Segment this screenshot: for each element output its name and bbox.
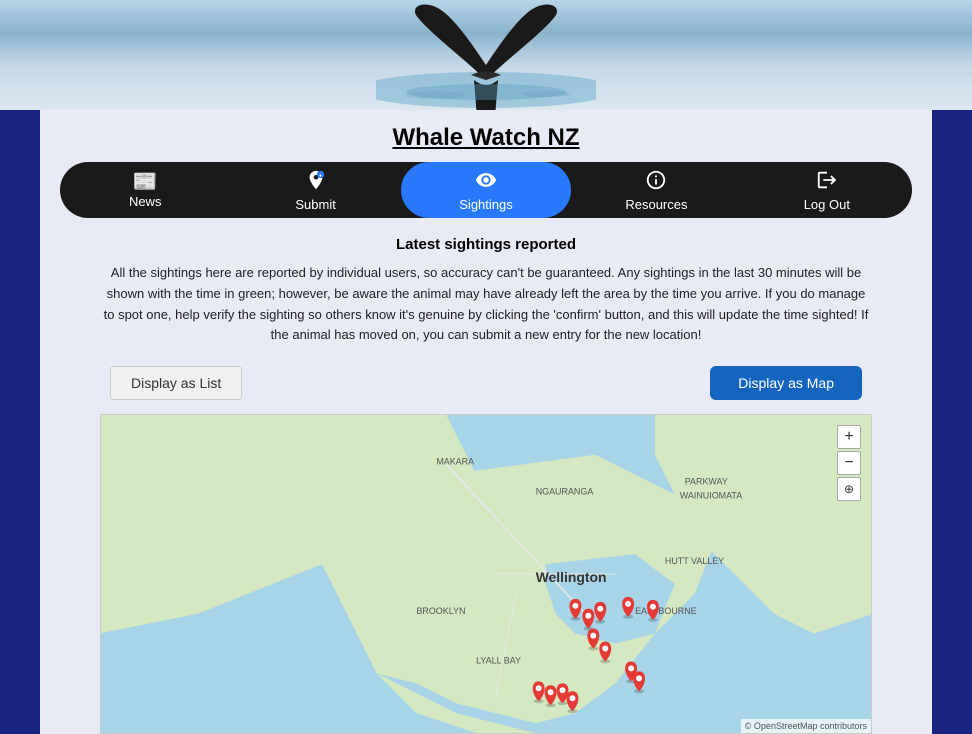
logout-icon: [816, 169, 838, 195]
display-map-button[interactable]: Display as Map: [710, 366, 862, 400]
zoom-controls: + − ⊕: [837, 425, 861, 501]
resources-icon: [645, 169, 667, 195]
description-text: All the sightings here are reported by i…: [100, 263, 872, 346]
nav-label-logout: Log Out: [804, 197, 850, 212]
zoom-in-button[interactable]: +: [837, 425, 861, 449]
svg-text:Wellington: Wellington: [536, 569, 607, 585]
map-attribution: © OpenStreetMap contributors: [741, 719, 871, 733]
svg-text:MAKARA: MAKARA: [436, 457, 474, 467]
svg-text:PARKWAY: PARKWAY: [685, 477, 728, 487]
main-container: Whale Watch NZ 📰 News + Submit Si: [40, 110, 932, 734]
hero-section: [0, 0, 972, 110]
svg-text:LYALL BAY: LYALL BAY: [476, 656, 521, 666]
content-area: Latest sightings reported All the sighti…: [40, 218, 932, 734]
nav-label-resources: Resources: [625, 197, 687, 212]
page-title: Whale Watch NZ: [40, 124, 932, 152]
navbar: 📰 News + Submit Sightings: [60, 162, 912, 218]
nav-label-news: News: [129, 194, 162, 209]
map-container: Wellington MAKARA NGAURANGA PARKWAY WAIN…: [100, 414, 872, 734]
view-toggle-row: Display as List Display as Map: [100, 366, 872, 400]
svg-text:NGAURANGA: NGAURANGA: [536, 487, 594, 497]
zoom-out-button[interactable]: −: [837, 451, 861, 475]
zoom-reset-button[interactable]: ⊕: [837, 477, 861, 501]
news-icon: 📰: [133, 172, 158, 192]
svg-text:WAINUIOMATA: WAINUIOMATA: [680, 491, 742, 501]
display-list-button[interactable]: Display as List: [110, 366, 242, 400]
whale-image: [376, 0, 596, 110]
map-svg: Wellington MAKARA NGAURANGA PARKWAY WAIN…: [101, 415, 871, 733]
nav-label-sightings: Sightings: [459, 197, 512, 212]
title-bar: Whale Watch NZ: [40, 110, 932, 162]
nav-label-submit: Submit: [295, 197, 335, 212]
nav-item-resources[interactable]: Resources: [571, 162, 741, 218]
svg-text:EASTBOURNE: EASTBOURNE: [635, 606, 697, 616]
nav-item-logout[interactable]: Log Out: [742, 162, 912, 218]
submit-icon: +: [305, 169, 327, 195]
section-title: Latest sightings reported: [100, 236, 872, 253]
svg-text:HUTT VALLEY: HUTT VALLEY: [665, 556, 724, 566]
nav-item-submit[interactable]: + Submit: [230, 162, 400, 218]
nav-item-news[interactable]: 📰 News: [60, 162, 230, 218]
svg-text:+: +: [319, 173, 322, 179]
sightings-icon: [475, 169, 497, 195]
svg-text:BROOKLYN: BROOKLYN: [416, 606, 465, 616]
nav-item-sightings[interactable]: Sightings: [401, 162, 571, 218]
